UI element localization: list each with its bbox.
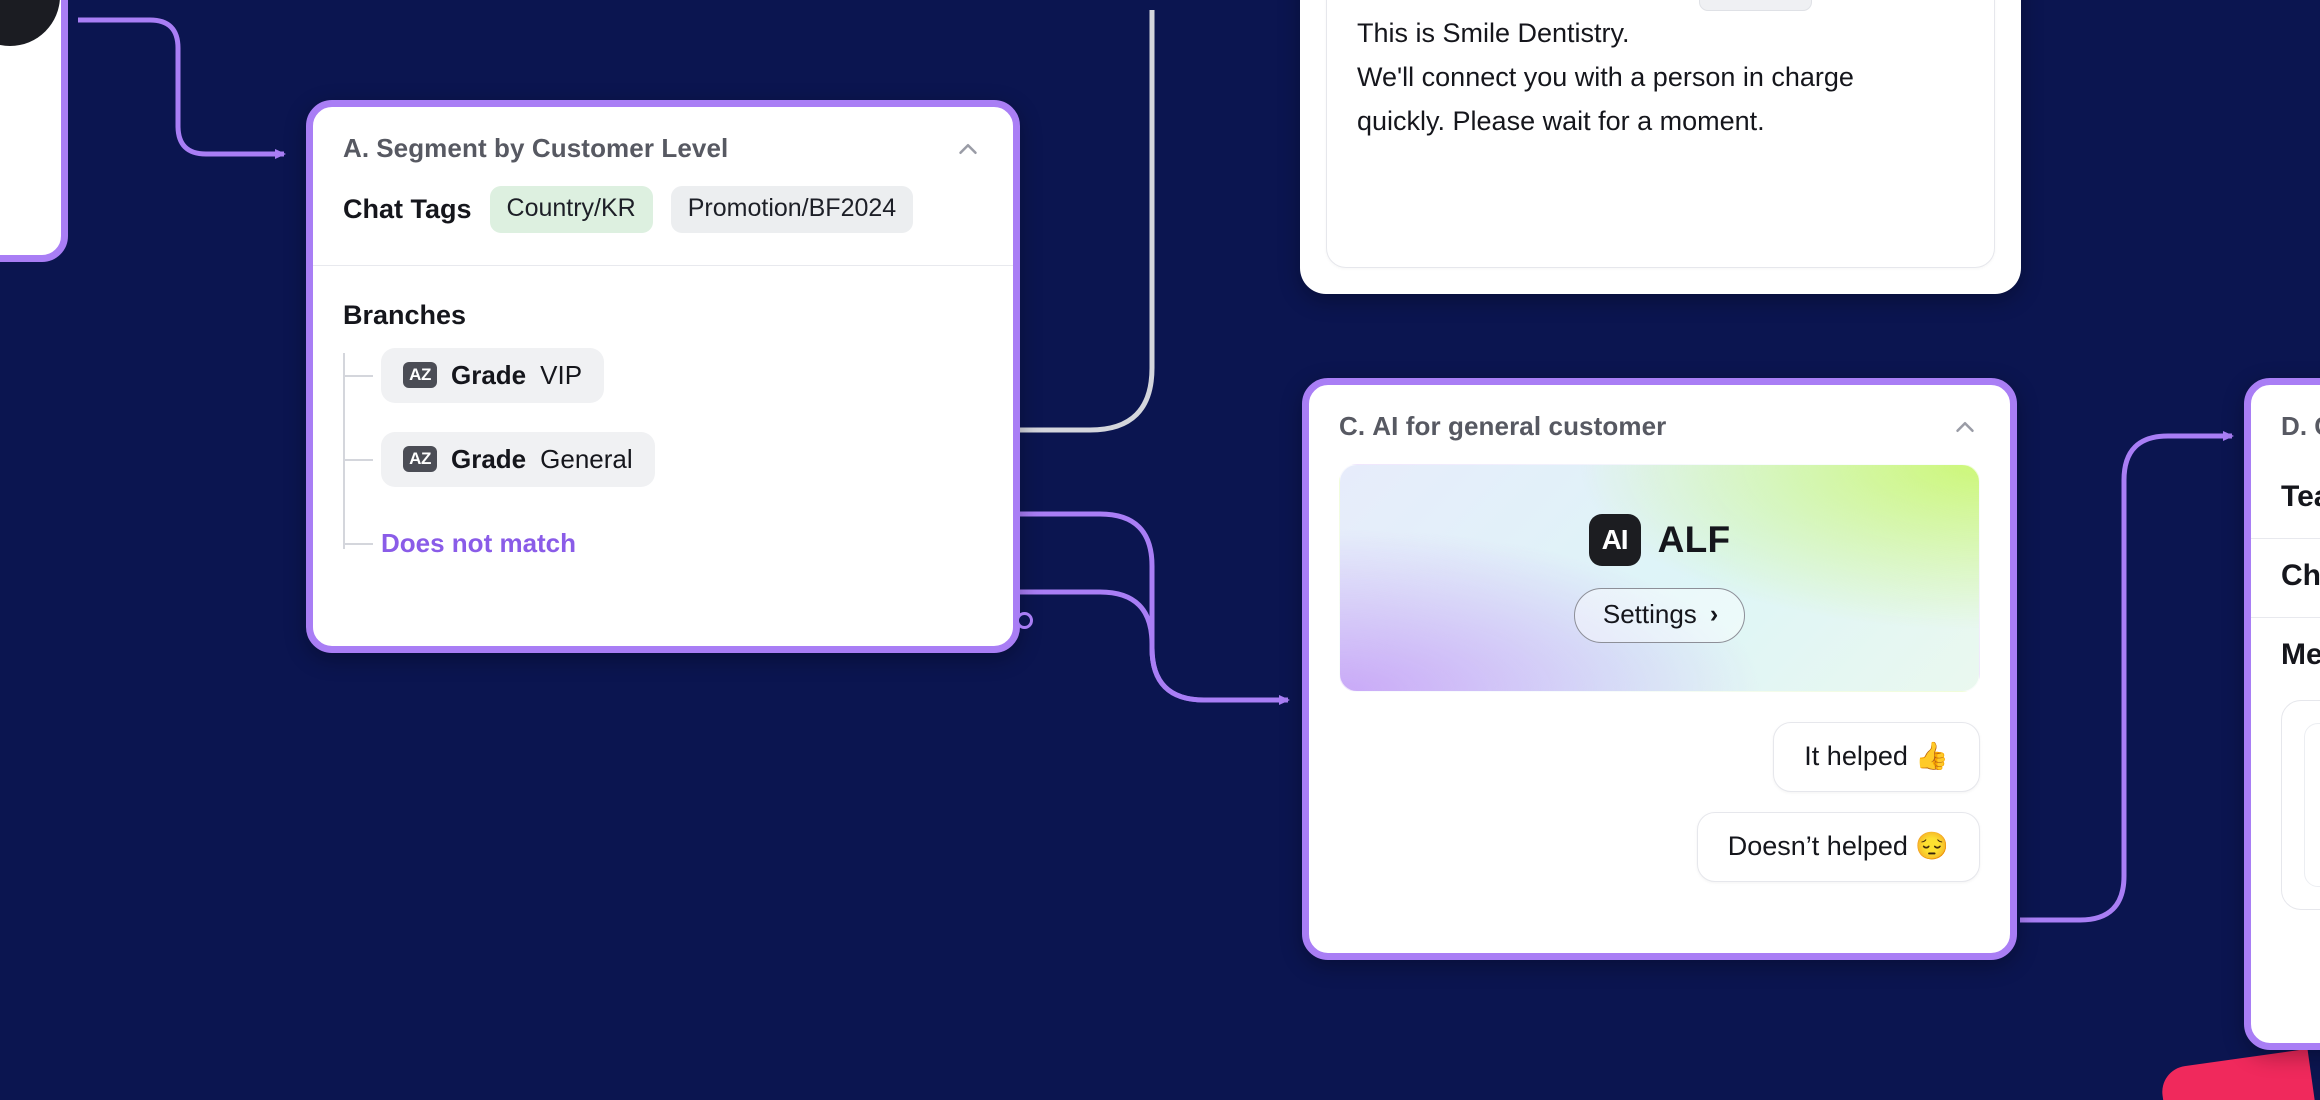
card-c-index: C. xyxy=(1339,411,1366,441)
ai-icon: AI xyxy=(1588,513,1641,566)
branch-row-general[interactable]: AZ Grade General xyxy=(343,431,1013,487)
card-d-section-team: Tea xyxy=(2281,480,2320,513)
chat-tag-promotion[interactable]: Promotion/BF2024 xyxy=(670,186,914,233)
branch-elbow xyxy=(343,543,373,545)
branch-output-port-general[interactable] xyxy=(1016,612,1033,629)
chat-tag-country[interactable]: Country/KR xyxy=(489,186,653,233)
flow-canvas: A. Segment by Customer Level Chat Tags Co… xyxy=(0,0,2320,1100)
variable-chip-label: Name xyxy=(1738,0,1799,6)
card-a-title: A. Segment by Customer Level xyxy=(343,133,728,164)
message-line-2: This is Smile Dentistry. xyxy=(1357,18,1630,48)
branch-tree-spine xyxy=(343,353,345,549)
az-icon: AZ xyxy=(403,362,437,388)
card-d-header[interactable]: D.C xyxy=(2251,385,2320,460)
ai-agent-identity: AI ALF xyxy=(1588,513,1731,566)
card-d-section-chat: Ch xyxy=(2281,559,2320,592)
card-a-index: A. xyxy=(343,133,370,163)
branch-row-vip[interactable]: AZ Grade VIP xyxy=(343,347,1013,403)
variable-chip-name[interactable]: {··} Name xyxy=(1699,0,1812,11)
card-c-title: C. AI for general customer xyxy=(1339,411,1666,442)
branch-elbow xyxy=(343,375,373,377)
card-c-title-text: AI for general customer xyxy=(1372,411,1667,441)
message-line-4: quickly. Please wait for a moment. xyxy=(1357,106,1765,136)
card-d-message-box xyxy=(2281,700,2320,910)
card-d-message-inner xyxy=(2304,723,2320,887)
branch-elbow xyxy=(343,459,373,461)
chevron-up-icon[interactable] xyxy=(953,134,983,164)
chevron-up-icon[interactable] xyxy=(1950,412,1980,442)
branch-key-general: Grade xyxy=(451,443,527,474)
az-icon: AZ xyxy=(403,446,437,472)
quick-reply-stack: It helped 👍 Doesn’t helped 😔 xyxy=(1309,692,2010,882)
message-line-1: Hi, thanks for reaching out! {··} Name xyxy=(1357,0,1964,11)
message-bubble: Hi, thanks for reaching out! {··} Name T… xyxy=(1326,0,1995,268)
card-segment-by-customer-level[interactable]: A. Segment by Customer Level Chat Tags Co… xyxy=(306,100,1033,653)
branch-row-does-not-match[interactable]: Does not match xyxy=(343,515,1013,571)
card-welcome-message[interactable]: Hi, thanks for reaching out! {··} Name T… xyxy=(1300,0,2021,294)
chat-tags-row: Chat Tags Country/KR Promotion/BF2024 xyxy=(313,186,1013,265)
wire-card-c-to-card-d xyxy=(2020,431,2234,923)
card-d-title: D.C xyxy=(2281,411,2320,442)
ai-agent-name: ALF xyxy=(1657,518,1731,560)
clipped-red-card-bottom-right xyxy=(2158,1048,2320,1100)
ai-settings-button[interactable]: Settings › xyxy=(1573,587,1746,643)
quick-reply-it-helped[interactable]: It helped 👍 xyxy=(1773,722,1980,792)
quick-reply-doesnt-helped[interactable]: Doesn’t helped 😔 xyxy=(1696,812,1980,882)
branch-value-general: General xyxy=(540,443,633,474)
branches-label: Branches xyxy=(343,300,467,330)
ai-settings-label: Settings xyxy=(1602,598,1697,629)
card-c-header[interactable]: C. AI for general customer xyxy=(1309,385,2010,464)
branch-tree: AZ Grade VIP AZ Grade General Does not m… xyxy=(343,347,1013,571)
card-d-title-text: C xyxy=(2314,411,2320,441)
wire-into-card-a xyxy=(78,17,286,159)
branch-chip-vip[interactable]: AZ Grade VIP xyxy=(381,347,605,403)
card-a-title-text: Segment by Customer Level xyxy=(376,133,729,163)
card-ai-for-general-customer[interactable]: C. AI for general customer AI ALF Setting… xyxy=(1302,378,2017,960)
branch-value-vip: VIP xyxy=(540,359,583,390)
branches-section: Branches AZ Grade VIP AZ Grade General D… xyxy=(313,266,1013,646)
branch-chip-general[interactable]: AZ Grade General xyxy=(381,431,655,487)
card-d-clipped[interactable]: D.C Tea Ch Me xyxy=(2244,378,2320,1050)
branch-label-does-not-match: Does not match xyxy=(381,527,577,558)
braces-icon: {··} xyxy=(1710,0,1731,6)
branch-key-vip: Grade xyxy=(451,359,527,390)
card-d-index: D. xyxy=(2281,411,2308,441)
card-d-section-message: Me xyxy=(2281,638,2320,671)
chevron-right-icon: › xyxy=(1709,599,1719,628)
ai-agent-panel: AI ALF Settings › xyxy=(1339,464,1980,692)
message-line-3: We'll connect you with a person in charg… xyxy=(1357,62,1854,92)
chat-tags-label: Chat Tags xyxy=(343,194,472,224)
card-a-header[interactable]: A. Segment by Customer Level xyxy=(313,107,1013,186)
